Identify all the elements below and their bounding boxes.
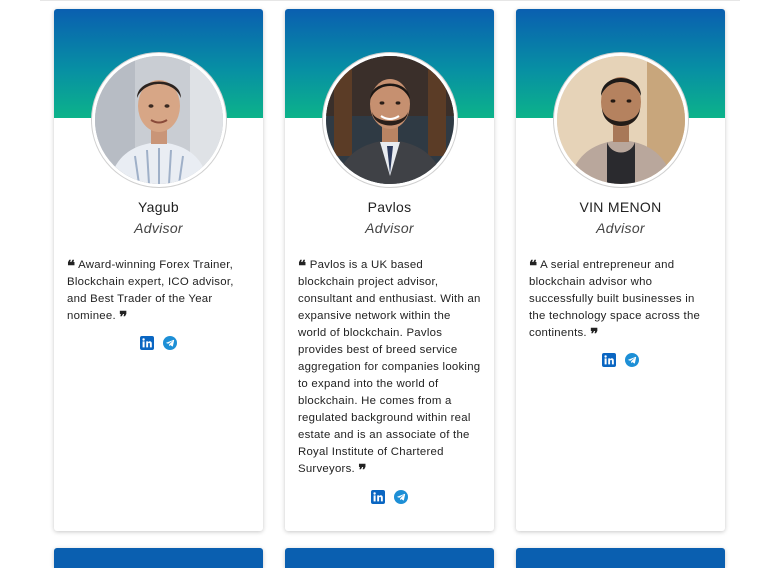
member-role: Advisor [365,220,414,236]
linkedin-icon[interactable] [602,353,617,367]
team-card-next-row [54,548,263,568]
member-name: Pavlos [367,199,412,215]
member-role: Advisor [596,220,645,236]
social-links [285,490,494,504]
member-name: VIN MENON [579,199,662,215]
quote-open-icon: ❝ [67,257,76,275]
quote-close-icon: ❞ [590,325,599,343]
avatar-photo-pavlos [326,56,454,184]
team-card-next-row [516,548,725,568]
team-card-pavlos: Pavlos Advisor ❝ Pavlos is a UK based bl… [285,9,494,531]
member-role: Advisor [134,220,183,236]
avatar [554,53,688,187]
section-top-divider [40,0,740,1]
member-bio: ❝ A serial entrepreneur and blockchain a… [529,257,713,342]
member-bio: ❝ Pavlos is a UK based blockchain projec… [298,257,482,478]
avatar-photo-vin-menon [557,56,685,184]
quote-open-icon: ❝ [298,257,307,275]
team-card-next-row [285,548,494,568]
quote-close-icon: ❞ [358,461,367,479]
member-bio-text: Award-winning Forex Trainer, Blockchain … [67,259,234,322]
telegram-icon[interactable] [393,490,408,504]
social-links [516,353,725,367]
team-card-vin-menon: VIN MENON Advisor ❝ A serial entrepreneu… [516,9,725,531]
member-bio-text: A serial entrepreneur and blockchain adv… [529,259,701,339]
team-card-yagub: Yagub Advisor ❝ Award-winning Forex Trai… [54,9,263,531]
avatar-photo-yagub [95,56,223,184]
social-links [54,336,263,350]
quote-close-icon: ❞ [119,308,128,326]
linkedin-icon[interactable] [371,490,386,504]
telegram-icon[interactable] [162,336,177,350]
quote-open-icon: ❝ [529,257,538,275]
avatar [323,53,457,187]
linkedin-icon[interactable] [140,336,155,350]
telegram-icon[interactable] [624,353,639,367]
member-name: Yagub [138,199,179,215]
member-bio-text: Pavlos is a UK based blockchain project … [298,259,481,475]
avatar [92,53,226,187]
member-bio: ❝ Award-winning Forex Trainer, Blockchai… [67,257,251,325]
